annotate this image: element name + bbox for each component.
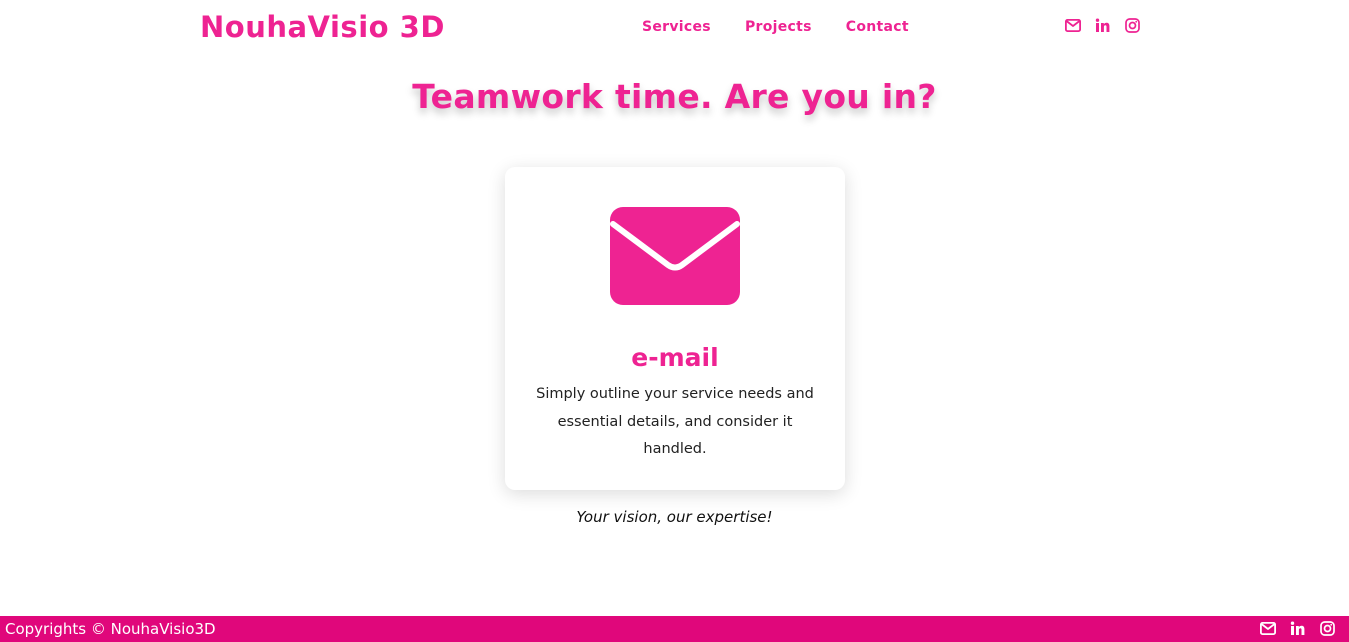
card-description: Simply outline your service needs and es…	[536, 386, 814, 457]
nav-link-contact[interactable]: Contact	[846, 18, 909, 36]
brand-logo[interactable]: NouhaVisio 3D	[200, 8, 445, 46]
page-title: Teamwork time. Are you in?	[412, 77, 937, 116]
envelope-icon[interactable]	[1259, 620, 1276, 637]
linkedin-icon[interactable]	[1289, 620, 1306, 637]
main-nav: Services Projects Contact	[642, 18, 909, 36]
page: NouhaVisio 3D Services Projects Contact	[0, 0, 1349, 642]
card-title: e-mail	[631, 343, 719, 372]
copyright-text: Copyrights © NouhaVisio3D	[5, 620, 216, 638]
email-card: e-mail Simply outline your service needs…	[505, 167, 845, 490]
instagram-icon[interactable]	[1124, 17, 1141, 34]
envelope-icon[interactable]	[610, 207, 740, 305]
header-social-icons	[1064, 17, 1141, 34]
footer-social-icons	[1259, 620, 1336, 637]
linkedin-icon[interactable]	[1094, 17, 1111, 34]
nav-link-services[interactable]: Services	[642, 18, 711, 36]
tagline: Your vision, our expertise!	[576, 508, 773, 526]
instagram-icon[interactable]	[1319, 620, 1336, 637]
envelope-icon[interactable]	[1064, 17, 1081, 34]
footer: Copyrights © NouhaVisio3D	[0, 616, 1349, 642]
nav-link-projects[interactable]: Projects	[745, 18, 812, 36]
